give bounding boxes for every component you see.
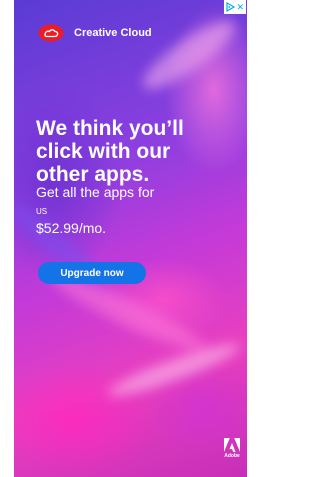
subline-text: Get all the apps for <box>36 184 155 200</box>
adobe-wordmark: Adobe <box>224 453 240 459</box>
close-icon[interactable]: ✕ <box>236 2 244 12</box>
upgrade-now-button[interactable]: Upgrade now <box>38 262 146 284</box>
adobe-logo-icon <box>224 438 240 452</box>
price-text: US $52.99/mo. <box>36 201 236 237</box>
adobe-logo: Adobe <box>222 438 242 459</box>
adchoices-badge[interactable]: ✕ <box>224 0 246 14</box>
brand-name: Creative Cloud <box>74 27 152 39</box>
creative-cloud-logo-icon <box>38 24 64 42</box>
background-swirl <box>104 336 244 404</box>
price-value: $52.99/mo. <box>36 220 107 236</box>
headline-line: click with our <box>36 140 171 163</box>
adchoices-icon <box>226 2 235 12</box>
ad-banner[interactable]: Creative Cloud We think you’ll click wit… <box>14 0 247 477</box>
currency-prefix: US <box>36 207 48 216</box>
brand-lockup: Creative Cloud <box>38 24 152 42</box>
headline: We think you’ll click with our other app… <box>36 117 236 186</box>
headline-line: We think you’ll <box>36 117 184 140</box>
subline: Get all the apps for US $52.99/mo. <box>36 183 236 237</box>
